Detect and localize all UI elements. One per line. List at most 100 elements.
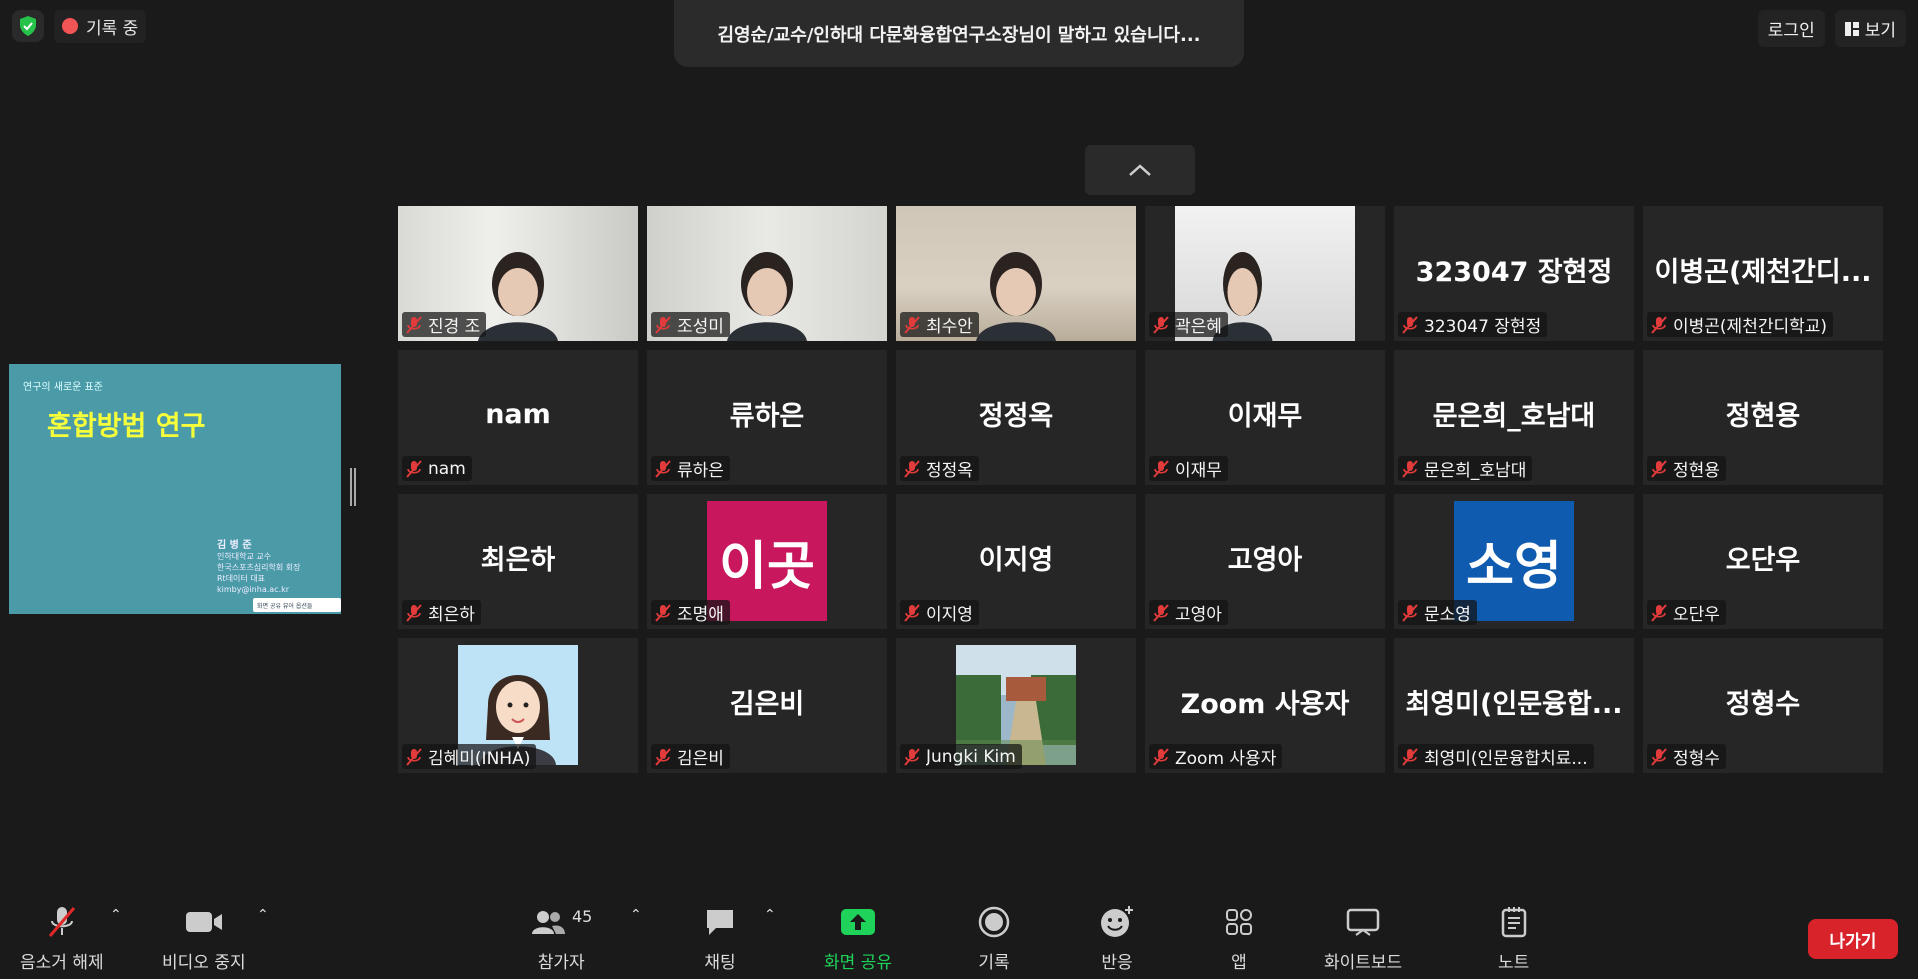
participant-name: 오단우 (1673, 605, 1720, 625)
participant-gallery: 진경 조 조성미 최수안 곽은혜 323047 장현정 323047 장현정 이병곤(제천간… (398, 206, 1883, 773)
microphone-muted-icon (1651, 603, 1667, 622)
participant-tile[interactable]: 정현용 정현용 (1643, 350, 1883, 485)
participant-tile[interactable]: 김혜미(INHA) (398, 638, 638, 773)
participant-name-tag: 이지영 (900, 600, 979, 625)
participant-display-name: 오단우 (1725, 544, 1801, 576)
participant-display-name: 정현용 (1725, 400, 1801, 432)
participant-name-tag: 정정옥 (900, 456, 979, 481)
view-layout-icon (1844, 21, 1859, 36)
participant-name-tag: 오단우 (1647, 600, 1726, 625)
notes-button[interactable]: 노트 (1498, 902, 1529, 973)
participant-tile[interactable]: 이지영 이지영 (896, 494, 1136, 629)
participant-name-tag: 김혜미(INHA) (402, 744, 537, 769)
participant-name-tag: nam (402, 456, 472, 481)
participant-display-name: Zoom 사용자 (1180, 688, 1350, 720)
microphone-muted-icon (48, 907, 75, 937)
panel-resize-handle[interactable] (350, 468, 356, 506)
recording-dot-icon (62, 18, 78, 34)
unmute-button[interactable]: 음소거 해제 (20, 902, 104, 973)
microphone-muted-icon (655, 459, 671, 478)
meeting-status-bar: 기록 중 (12, 9, 147, 43)
participant-name-tag: 조성미 (651, 312, 730, 337)
participant-tile[interactable]: 오단우 오단우 (1643, 494, 1883, 629)
participant-name-tag: 정현용 (1647, 456, 1726, 481)
participant-tile[interactable]: 조성미 (647, 206, 887, 341)
leave-button[interactable]: 나가기 (1808, 919, 1898, 959)
participant-name: 류하은 (677, 461, 724, 481)
participant-tile[interactable]: 이곳 조명애 (647, 494, 887, 629)
notes-icon (1501, 907, 1526, 938)
recording-indicator[interactable]: 기록 중 (54, 9, 147, 43)
video-camera-icon (185, 912, 222, 932)
participant-tile[interactable]: 곽은혜 (1145, 206, 1385, 341)
apps-icon (1226, 909, 1252, 935)
chat-button[interactable]: 채팅 (704, 902, 736, 973)
participant-tile[interactable]: 고영아 고영아 (1145, 494, 1385, 629)
participant-name: 정현용 (1673, 461, 1720, 481)
participant-tile[interactable]: 323047 장현정 323047 장현정 (1394, 206, 1634, 341)
participant-avatar-text: 소영 (1466, 536, 1562, 597)
participant-name: nam (428, 458, 466, 479)
participant-display-name: 이지영 (978, 544, 1054, 576)
whiteboard-button[interactable]: 화이트보드 (1324, 902, 1402, 973)
participants-button[interactable]: 45 참가자 (530, 902, 592, 973)
stop-video-button[interactable]: 비디오 중지 (162, 902, 246, 973)
view-label: 보기 (1864, 21, 1896, 41)
participant-tile[interactable]: 이병곤(제천간디... 이병곤(제천간디학교) (1643, 206, 1883, 341)
participant-name-tag: 이병곤(제천간디학교) (1647, 312, 1834, 337)
gallery-page-up-button[interactable] (1085, 145, 1195, 195)
chevron-up-icon (1129, 164, 1151, 176)
participants-label: 참가자 (537, 953, 585, 973)
participant-tile[interactable]: 정정옥 정정옥 (896, 350, 1136, 485)
unmute-label: 음소거 해제 (20, 953, 104, 973)
security-shield-icon[interactable] (12, 10, 44, 42)
participant-tile[interactable]: Jungki Kim (896, 638, 1136, 773)
participants-options-chevron-icon[interactable]: ⌃ (630, 907, 642, 923)
login-label: 로그인 (1767, 21, 1815, 41)
video-options-chevron-icon[interactable]: ⌃ (257, 907, 269, 923)
slide-subtitle: 연구의 새로운 표준 (23, 382, 103, 393)
chat-bubble-icon (707, 910, 733, 935)
participant-tile[interactable]: nam nam (398, 350, 638, 485)
microphone-muted-icon (1402, 603, 1418, 622)
stop-video-label: 비디오 중지 (162, 953, 246, 973)
participant-name: 이병곤(제천간디학교) (1673, 317, 1828, 337)
chat-options-chevron-icon[interactable]: ⌃ (764, 907, 776, 923)
participant-tile[interactable]: 문은희_호남대 문은희_호남대 (1394, 350, 1634, 485)
participant-name: 323047 장현정 (1424, 317, 1542, 337)
microphone-muted-icon (904, 315, 920, 334)
participant-tile[interactable]: 이재무 이재무 (1145, 350, 1385, 485)
participant-name-tag: 정형수 (1647, 744, 1726, 769)
microphone-muted-icon (655, 315, 671, 334)
participant-name-tag: 문소영 (1398, 600, 1477, 625)
participant-tile[interactable]: Zoom 사용자 Zoom 사용자 (1145, 638, 1385, 773)
participant-name: Zoom 사용자 (1175, 749, 1277, 769)
share-viewer-options-tag[interactable]: 화면 공유 뷰어 옵션들 (253, 598, 341, 612)
microphone-muted-icon (1153, 603, 1169, 622)
participant-tile[interactable]: 소영문소영 (1394, 494, 1634, 629)
share-screen-button[interactable]: 화면 공유 (824, 902, 892, 973)
participant-name: 조성미 (677, 317, 724, 337)
participant-tile[interactable]: 진경 조 (398, 206, 638, 341)
login-button[interactable]: 로그인 (1757, 10, 1825, 47)
participant-tile[interactable]: 정형수 정형수 (1643, 638, 1883, 773)
participant-tile[interactable]: 최은하 최은하 (398, 494, 638, 629)
slide-author-email: kimby@inha.ac.kr (217, 585, 290, 594)
audio-options-chevron-icon[interactable]: ⌃ (110, 907, 122, 923)
view-button[interactable]: 보기 (1834, 10, 1906, 47)
participant-display-name: nam (485, 398, 551, 430)
notes-label: 노트 (1498, 953, 1530, 973)
apps-button[interactable]: 앱 (1224, 902, 1254, 973)
reactions-button[interactable]: 반응 (1099, 902, 1135, 973)
participant-name: 이지영 (926, 605, 973, 625)
participant-tile[interactable]: 김은비 김은비 (647, 638, 887, 773)
participant-tile[interactable]: 최수안 (896, 206, 1136, 341)
microphone-muted-icon (1402, 315, 1418, 334)
participant-display-name: 최영미(인문융합... (1405, 688, 1623, 720)
whiteboard-icon (1346, 908, 1380, 936)
participant-tile[interactable]: 류하은 류하은 (647, 350, 887, 485)
leave-label: 나가기 (1829, 931, 1877, 952)
record-button[interactable]: 기록 (978, 902, 1010, 973)
shared-screen-thumbnail[interactable]: 연구의 새로운 표준 혼합방법 연구 김 병 준 인하대학교 교수 한국스포츠심… (9, 364, 341, 614)
participant-tile[interactable]: 최영미(인문융합... 최영미(인문융합치료... (1394, 638, 1634, 773)
